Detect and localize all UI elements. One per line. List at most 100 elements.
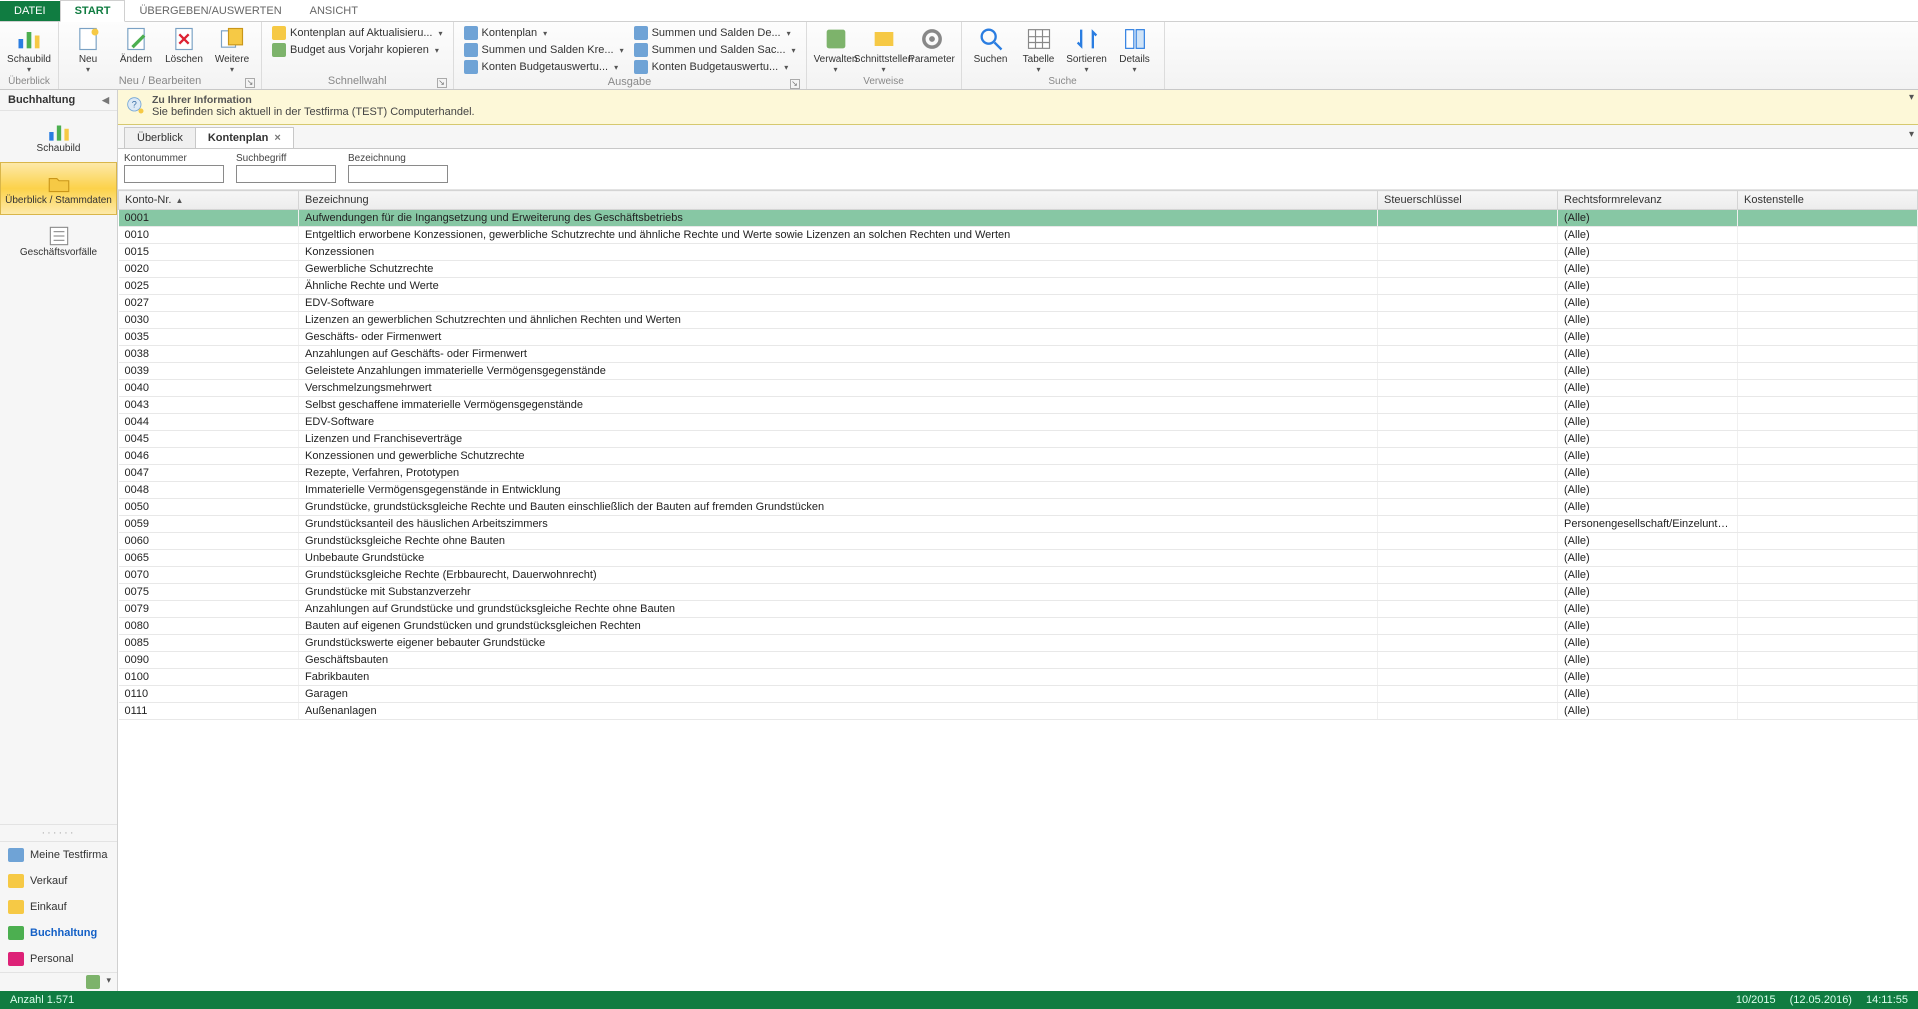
table-row[interactable]: 0030Lizenzen an gewerblichen Schutzrecht… xyxy=(119,312,1918,329)
table-row[interactable]: 0045Lizenzen und Franchiseverträge(Alle) xyxy=(119,431,1918,448)
group-launcher-icon[interactable]: ↘ xyxy=(790,79,800,89)
chevron-down-icon: ▾ xyxy=(230,65,234,74)
sortieren-button[interactable]: Sortieren ▾ xyxy=(1064,24,1110,74)
cell-rf: (Alle) xyxy=(1558,295,1738,312)
ausgabe-budget-1[interactable]: Konten Budgetauswertu...▾ xyxy=(460,59,628,75)
table-row[interactable]: 0075Grundstücke mit Substanzverzehr(Alle… xyxy=(119,584,1918,601)
schnittstellen-button[interactable]: Schnittstellen ▾ xyxy=(861,24,907,74)
table-row[interactable]: 0020Gewerbliche Schutzrechte(Alle) xyxy=(119,261,1918,278)
kontonummer-input[interactable] xyxy=(124,165,224,183)
bezeichnung-input[interactable] xyxy=(348,165,448,183)
account-grid[interactable]: Konto-Nr.▲ Bezeichnung Steuerschlüssel R… xyxy=(118,190,1918,991)
module-buchhaltung[interactable]: Buchhaltung xyxy=(0,920,117,946)
chevron-down-icon[interactable]: ▾ xyxy=(106,975,111,989)
more-doc-icon xyxy=(218,26,246,52)
table-row[interactable]: 0038Anzahlungen auf Geschäfts- oder Firm… xyxy=(119,346,1918,363)
table-row[interactable]: 0111Außenanlagen(Alle) xyxy=(119,703,1918,720)
schnellwahl-item-1[interactable]: Kontenplan auf Aktualisieru...▾ xyxy=(268,25,447,41)
expand-icon[interactable]: ▾ xyxy=(1909,129,1914,140)
col-header-bezeichnung[interactable]: Bezeichnung xyxy=(299,191,1378,210)
ausgabe-summen-sac[interactable]: Summen und Salden Sac...▾ xyxy=(630,42,800,58)
ausgabe-summen-de[interactable]: Summen und Salden De...▾ xyxy=(630,25,800,41)
chevron-left-icon[interactable]: ◀ xyxy=(102,95,109,106)
table-row[interactable]: 0110Garagen(Alle) xyxy=(119,686,1918,703)
table-row[interactable]: 0035Geschäfts- oder Firmenwert(Alle) xyxy=(119,329,1918,346)
table-row[interactable]: 0039Geleistete Anzahlungen immaterielle … xyxy=(119,363,1918,380)
schnellwahl-item-2[interactable]: Budget aus Vorjahr kopieren▾ xyxy=(268,42,447,58)
table-row[interactable]: 0079Anzahlungen auf Grundstücke und grun… xyxy=(119,601,1918,618)
schaubild-button[interactable]: Schaubild ▾ xyxy=(6,24,52,74)
sidebar-item-geschaeftsvorfaelle[interactable]: Geschäftsvorfälle xyxy=(0,215,117,266)
table-row[interactable]: 0047Rezepte, Verfahren, Prototypen(Alle) xyxy=(119,465,1918,482)
table-row[interactable]: 0080Bauten auf eigenen Grundstücken und … xyxy=(119,618,1918,635)
doc-tab-kontenplan[interactable]: Kontenplan× xyxy=(195,127,294,148)
suchen-button[interactable]: Suchen xyxy=(968,24,1014,65)
collapse-icon[interactable]: ▾ xyxy=(1909,92,1914,103)
table-row[interactable]: 0085Grundstückswerte eigener bebauter Gr… xyxy=(119,635,1918,652)
table-row[interactable]: 0050Grundstücke, grundstücksgleiche Rech… xyxy=(119,499,1918,516)
module-einkauf[interactable]: Einkauf xyxy=(0,894,117,920)
table-row[interactable]: 0070Grundstücksgleiche Rechte (Erbbaurec… xyxy=(119,567,1918,584)
cell-steuer xyxy=(1378,295,1558,312)
table-row[interactable]: 0065Unbebaute Grundstücke(Alle) xyxy=(119,550,1918,567)
cell-ks xyxy=(1738,550,1918,567)
table-row[interactable]: 0060Grundstücksgleiche Rechte ohne Baute… xyxy=(119,533,1918,550)
edit-doc-icon xyxy=(122,26,150,52)
neu-button[interactable]: Neu ▾ xyxy=(65,24,111,74)
ribbon-group-verweise: Verwalten ▾ Schnittstellen ▾ Parameter V… xyxy=(807,22,962,89)
table-row[interactable]: 0059Grundstücksanteil des häuslichen Arb… xyxy=(119,516,1918,533)
dashboard-icon[interactable] xyxy=(86,975,100,989)
parameter-button[interactable]: Parameter xyxy=(909,24,955,65)
table-row[interactable]: 0090Geschäftsbauten(Alle) xyxy=(119,652,1918,669)
delete-doc-icon xyxy=(170,26,198,52)
module-verkauf[interactable]: Verkauf xyxy=(0,868,117,894)
cell-ks xyxy=(1738,669,1918,686)
cell-nr: 0059 xyxy=(119,516,299,533)
weitere-button[interactable]: Weitere ▾ xyxy=(209,24,255,74)
side-dots[interactable]: ······ xyxy=(0,824,117,842)
close-icon[interactable]: × xyxy=(274,132,280,144)
table-row[interactable]: 0046Konzessionen und gewerbliche Schutzr… xyxy=(119,448,1918,465)
suchbegriff-input[interactable] xyxy=(236,165,336,183)
group-launcher-icon[interactable]: ↘ xyxy=(245,78,255,88)
tab-ansicht[interactable]: ANSICHT xyxy=(296,1,372,21)
ausgabe-budget-2[interactable]: Konten Budgetauswertu...▾ xyxy=(630,59,800,75)
cell-steuer xyxy=(1378,397,1558,414)
cell-ks xyxy=(1738,210,1918,227)
table-row[interactable]: 0100Fabrikbauten(Alle) xyxy=(119,669,1918,686)
cell-nr: 0039 xyxy=(119,363,299,380)
side-header: Buchhaltung ◀ xyxy=(0,90,117,111)
cell-ks xyxy=(1738,295,1918,312)
aendern-button[interactable]: Ändern xyxy=(113,24,159,65)
module-testfirma[interactable]: Meine Testfirma xyxy=(0,842,117,868)
module-personal[interactable]: Personal xyxy=(0,946,117,972)
details-button[interactable]: Details ▾ xyxy=(1112,24,1158,74)
ausgabe-summen-kre[interactable]: Summen und Salden Kre...▾ xyxy=(460,42,628,58)
table-row[interactable]: 0048Immaterielle Vermögensgegenstände in… xyxy=(119,482,1918,499)
verwalten-button[interactable]: Verwalten ▾ xyxy=(813,24,859,74)
table-row[interactable]: 0015Konzessionen(Alle) xyxy=(119,244,1918,261)
sidebar-item-ueberblick[interactable]: Überblick / Stammdaten xyxy=(0,162,117,215)
tab-start[interactable]: START xyxy=(60,0,126,22)
loeschen-button[interactable]: Löschen xyxy=(161,24,207,65)
col-header-kostenstelle[interactable]: Kostenstelle xyxy=(1738,191,1918,210)
table-row[interactable]: 0040Verschmelzungsmehrwert(Alle) xyxy=(119,380,1918,397)
table-row[interactable]: 0027EDV-Software(Alle) xyxy=(119,295,1918,312)
ausgabe-kontenplan[interactable]: Kontenplan▾ xyxy=(460,25,628,41)
table-row[interactable]: 0010Entgeltlich erworbene Konzessionen, … xyxy=(119,227,1918,244)
status-bar: Anzahl 1.571 10/2015 (12.05.2016) 14:11:… xyxy=(0,991,1918,1009)
table-row[interactable]: 0001Aufwendungen für die Ingangsetzung u… xyxy=(119,210,1918,227)
table-row[interactable]: 0044EDV-Software(Alle) xyxy=(119,414,1918,431)
tab-uebergeben[interactable]: ÜBERGEBEN/AUSWERTEN xyxy=(125,1,295,21)
group-launcher-icon[interactable]: ↘ xyxy=(437,78,447,88)
col-header-steuer[interactable]: Steuerschlüssel xyxy=(1378,191,1558,210)
col-header-konto[interactable]: Konto-Nr.▲ xyxy=(119,191,299,210)
tabelle-button[interactable]: Tabelle ▾ xyxy=(1016,24,1062,74)
table-row[interactable]: 0043Selbst geschaffene immaterielle Verm… xyxy=(119,397,1918,414)
col-header-rechtsform[interactable]: Rechtsformrelevanz xyxy=(1558,191,1738,210)
table-row[interactable]: 0025Ähnliche Rechte und Werte(Alle) xyxy=(119,278,1918,295)
tab-datei[interactable]: DATEI xyxy=(0,1,60,21)
sidebar-item-schaubild[interactable]: Schaubild xyxy=(0,111,117,162)
doc-tab-ueberblick[interactable]: Überblick xyxy=(124,127,196,148)
cell-steuer xyxy=(1378,261,1558,278)
